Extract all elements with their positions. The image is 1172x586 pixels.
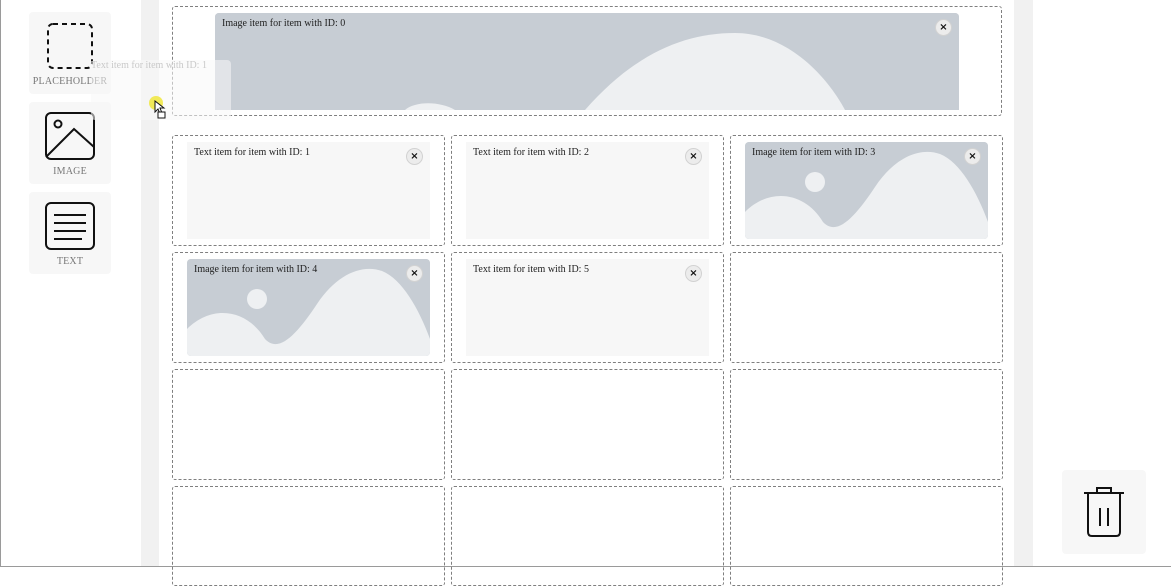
trash-icon (1084, 487, 1124, 537)
item-label: Image item for item with ID: 3 (752, 147, 876, 158)
item-label: Image item for item with ID: 4 (194, 264, 318, 275)
grid-slot[interactable] (730, 252, 1003, 363)
close-button[interactable]: × (685, 265, 702, 282)
dashed-square-icon (47, 23, 93, 69)
grid-slot[interactable] (172, 369, 445, 480)
app-frame: PLACEHOLDER IMAGE TEXT Image item for it… (0, 0, 1171, 586)
close-button[interactable]: × (685, 148, 702, 165)
drag-cursor-icon (154, 100, 166, 119)
item-label: Text item for item with ID: 5 (473, 264, 589, 275)
trash-dropzone[interactable] (1062, 470, 1146, 554)
text-lines-icon (45, 202, 95, 250)
close-button[interactable]: × (964, 148, 981, 165)
grid-slot[interactable] (451, 486, 724, 586)
image-item[interactable]: Image item for item with ID: 3 (745, 142, 988, 239)
image-icon (45, 112, 95, 160)
text-item[interactable]: Text item for item with ID: 2 (466, 142, 709, 239)
item-label: Text item for item with ID: 2 (473, 147, 589, 158)
item-label: Image item for item with ID: 0 (222, 18, 346, 29)
grid-slot[interactable] (730, 486, 1003, 586)
layout-grid: Image item for item with ID: 0 × Text it… (159, 0, 1014, 586)
grid-slot[interactable] (451, 369, 724, 480)
close-button[interactable]: × (406, 265, 423, 282)
canvas-area: Image item for item with ID: 0 × Text it… (141, 0, 1033, 586)
close-button[interactable]: × (406, 148, 423, 165)
palette-label: TEXT (56, 256, 84, 267)
grid-slot[interactable] (730, 369, 1003, 480)
text-item[interactable]: Text item for item with ID: 5 (466, 259, 709, 356)
grid-slot[interactable] (172, 486, 445, 586)
drag-ghost-label: Text item for item with ID: 1 (91, 60, 207, 71)
palette-label: IMAGE (53, 166, 87, 177)
palette-item-text[interactable]: TEXT (29, 192, 111, 274)
item-label: Text item for item with ID: 1 (194, 147, 310, 158)
image-item[interactable]: Image item for item with ID: 0 (215, 13, 959, 110)
text-item[interactable]: Text item for item with ID: 1 (187, 142, 430, 239)
close-button[interactable]: × (935, 19, 952, 36)
image-item[interactable]: Image item for item with ID: 4 (187, 259, 430, 356)
